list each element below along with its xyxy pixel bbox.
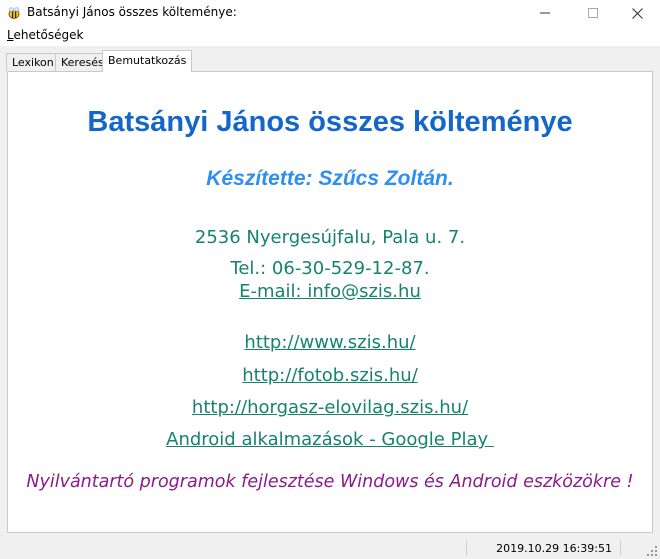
link-row: http://fotob.szis.hu/ bbox=[8, 365, 652, 386]
close-button[interactable] bbox=[614, 0, 660, 26]
link-row: Android alkalmazások - Google Play bbox=[8, 429, 652, 450]
about-panel: Batsányi János összes költeménye Készíte… bbox=[7, 71, 653, 533]
status-divider bbox=[620, 540, 621, 556]
google-play-link[interactable]: Android alkalmazások - Google Play bbox=[166, 429, 494, 450]
tab-strip: Lexikon Keresés Bemutatkozás bbox=[6, 50, 656, 72]
tab-bemutatkozas[interactable]: Bemutatkozás bbox=[102, 50, 193, 72]
email-row: E-mail: info@szis.hu bbox=[8, 281, 652, 302]
page-title: Batsányi János összes költeménye bbox=[87, 106, 573, 138]
tagline-text: Nyilvántartó programok fejlesztése Windo… bbox=[26, 472, 634, 492]
website-link[interactable]: http://www.szis.hu/ bbox=[244, 332, 415, 353]
minimize-icon bbox=[540, 12, 550, 14]
bee-app-icon bbox=[8, 7, 20, 19]
maximize-icon bbox=[588, 8, 598, 18]
window-title: Batsányi János összes költeménye: bbox=[27, 5, 237, 19]
photo-site-link[interactable]: http://fotob.szis.hu/ bbox=[242, 365, 418, 386]
tab-lexikon[interactable]: Lexikon bbox=[6, 53, 60, 71]
menu-bar: Lehetőségek bbox=[0, 26, 660, 46]
link-row: http://www.szis.hu/ bbox=[8, 332, 652, 353]
status-divider bbox=[466, 540, 467, 556]
phone-text: Tel.: 06-30-529-12-87. bbox=[230, 258, 430, 279]
status-datetime: 2019.10.29 16:39:51 bbox=[496, 542, 612, 555]
menu-item-label: ehetőségek bbox=[13, 28, 84, 42]
title-bar[interactable]: Batsányi János összes költeménye: bbox=[0, 0, 660, 26]
email-link[interactable]: E-mail: info@szis.hu bbox=[239, 281, 421, 302]
resize-grip-icon[interactable] bbox=[646, 545, 658, 557]
minimize-button[interactable] bbox=[522, 0, 568, 26]
fishing-site-link[interactable]: http://horgasz-elovilag.szis.hu/ bbox=[192, 397, 468, 418]
menu-item-options[interactable]: Lehetőségek bbox=[7, 28, 84, 42]
address-text: 2536 Nyergesújfalu, Pala u. 7. bbox=[194, 227, 466, 248]
close-icon bbox=[631, 7, 643, 19]
status-bar: 2019.10.29 16:39:51 bbox=[0, 537, 660, 559]
maximize-button[interactable] bbox=[570, 0, 616, 26]
author-line: Készítette: Szűcs Zoltán. bbox=[206, 167, 454, 190]
link-row: http://horgasz-elovilag.szis.hu/ bbox=[8, 397, 652, 418]
